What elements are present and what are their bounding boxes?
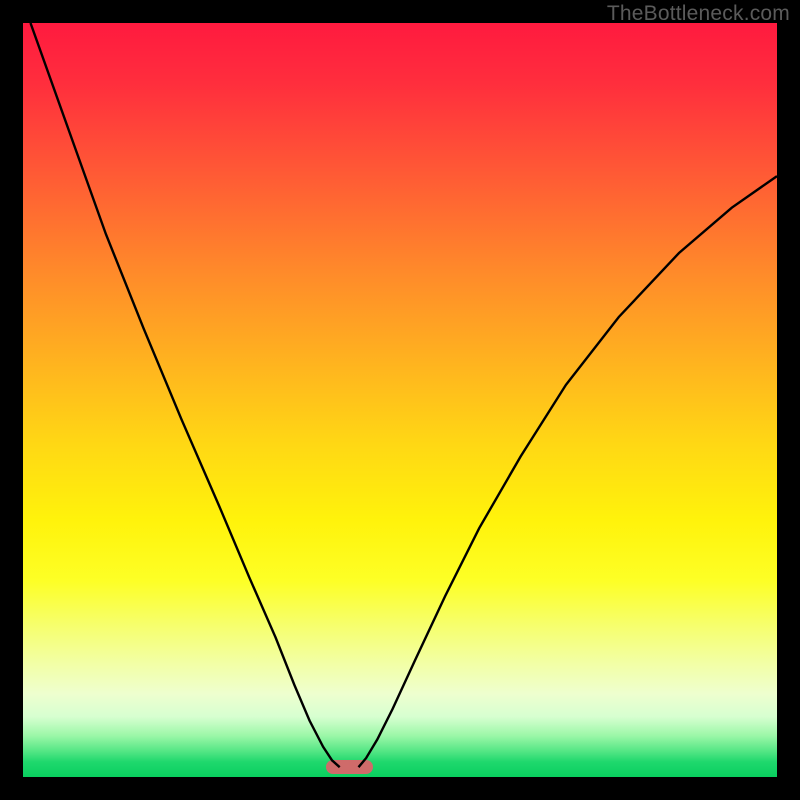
plot-area: [23, 23, 777, 777]
curve-right-branch: [359, 176, 778, 767]
curve-left-branch: [31, 23, 340, 767]
watermark-text: TheBottleneck.com: [607, 2, 790, 26]
outer-frame: TheBottleneck.com: [0, 0, 800, 800]
bottleneck-curve: [23, 23, 777, 777]
